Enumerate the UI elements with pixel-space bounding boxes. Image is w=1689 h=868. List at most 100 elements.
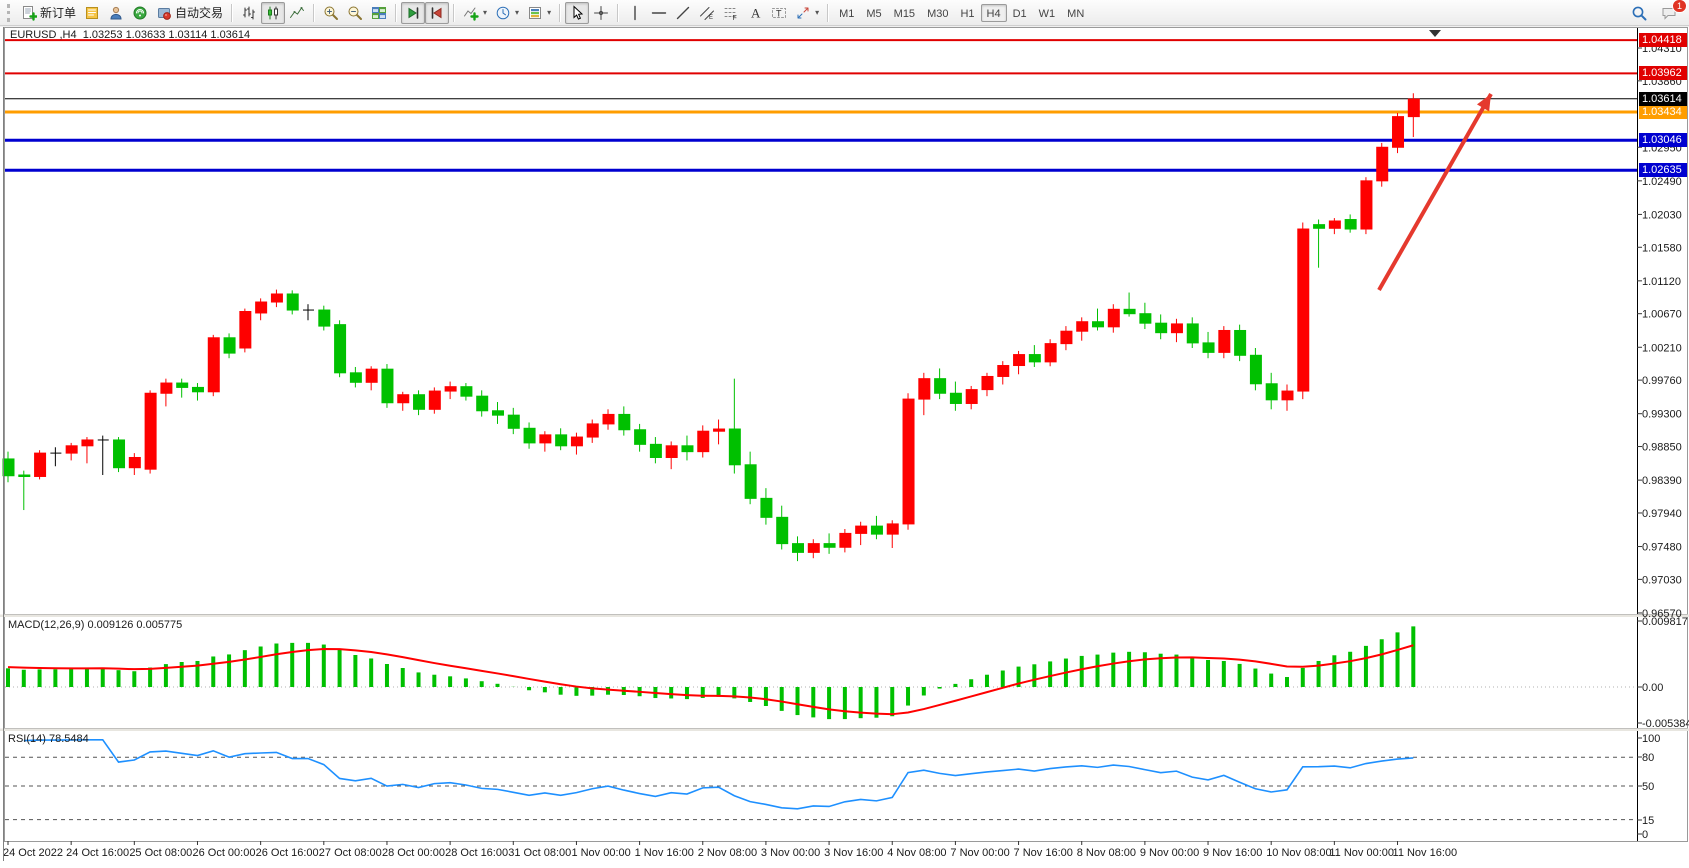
templates-button[interactable]: ▾ — [523, 2, 555, 24]
candle-body[interactable] — [240, 312, 251, 348]
candle-body[interactable] — [1329, 221, 1340, 228]
candle-body[interactable] — [114, 440, 125, 468]
text-button[interactable]: A — [743, 2, 767, 24]
candle-body[interactable] — [1219, 330, 1230, 352]
panel-splitter[interactable] — [0, 729, 1689, 732]
candle-body[interactable] — [1235, 330, 1246, 355]
candle-body[interactable] — [271, 294, 282, 302]
candle-body[interactable] — [1029, 355, 1040, 362]
candlestick-chart-button[interactable] — [261, 2, 285, 24]
arrows-button[interactable]: ▾ — [791, 2, 823, 24]
candle-body[interactable] — [587, 424, 598, 437]
timeframe-m5-button[interactable]: M5 — [860, 4, 887, 22]
candle-body[interactable] — [461, 387, 472, 396]
candle-body[interactable] — [1266, 384, 1277, 400]
candle-body[interactable] — [161, 383, 172, 393]
timeframe-m30-button[interactable]: M30 — [921, 4, 954, 22]
candle-body[interactable] — [824, 544, 835, 548]
candle-body[interactable] — [619, 414, 630, 429]
candle-body[interactable] — [1140, 314, 1151, 323]
candle-body[interactable] — [350, 373, 361, 382]
horizontal-line-button[interactable] — [647, 2, 671, 24]
candle-body[interactable] — [19, 475, 30, 477]
candle-body[interactable] — [477, 396, 488, 411]
candle-body[interactable] — [714, 429, 725, 431]
candle-body[interactable] — [445, 387, 456, 391]
charts-button[interactable] — [80, 2, 104, 24]
candle-body[interactable] — [571, 437, 582, 446]
candle-body[interactable] — [1108, 309, 1119, 327]
candle-body[interactable] — [429, 391, 440, 409]
candle-body[interactable] — [508, 415, 519, 428]
candle-body[interactable] — [129, 457, 140, 467]
zoom-out-button[interactable] — [343, 2, 367, 24]
candle-body[interactable] — [524, 428, 535, 443]
candle-body[interactable] — [682, 446, 693, 452]
candle-body[interactable] — [1124, 309, 1135, 313]
candle-body[interactable] — [919, 379, 930, 399]
candle-body[interactable] — [650, 444, 661, 457]
candle-body[interactable] — [1014, 355, 1025, 366]
candle-body[interactable] — [492, 411, 503, 415]
cursor-button[interactable] — [565, 2, 589, 24]
candle-body[interactable] — [1171, 324, 1182, 333]
candle-body[interactable] — [1045, 344, 1056, 362]
candle-body[interactable] — [856, 526, 867, 533]
candle-body[interactable] — [256, 302, 267, 313]
trendline-button[interactable] — [671, 2, 695, 24]
chart-window[interactable]: 1.043101.038601.029501.024901.020301.015… — [0, 27, 1689, 868]
timeframe-d1-button[interactable]: D1 — [1007, 4, 1033, 22]
candle-body[interactable] — [745, 465, 756, 499]
bar-chart-button[interactable] — [237, 2, 261, 24]
candle-body[interactable] — [777, 517, 788, 543]
candle-body[interactable] — [1187, 324, 1198, 343]
candle-body[interactable] — [1361, 181, 1372, 229]
candle-body[interactable] — [935, 379, 946, 394]
candle-body[interactable] — [1250, 355, 1261, 383]
zoom-in-button[interactable] — [319, 2, 343, 24]
candle-body[interactable] — [729, 429, 740, 465]
chart-canvas[interactable]: 1.043101.038601.029501.024901.020301.015… — [0, 27, 1689, 868]
crosshair-button[interactable] — [589, 2, 613, 24]
timeframe-m1-button[interactable]: M1 — [833, 4, 860, 22]
candle-body[interactable] — [808, 544, 819, 553]
autotrading-button[interactable]: 自动交易 — [152, 2, 227, 24]
fibonacci-button[interactable]: F — [719, 2, 743, 24]
candle-body[interactable] — [840, 533, 851, 547]
timeframe-w1-button[interactable]: W1 — [1033, 4, 1062, 22]
candle-body[interactable] — [903, 399, 914, 524]
candle-body[interactable] — [1377, 147, 1388, 181]
candle-body[interactable] — [1298, 229, 1309, 391]
candle-body[interactable] — [382, 369, 393, 403]
candle-body[interactable] — [287, 294, 298, 310]
indicators-button[interactable]: ▾ — [459, 2, 491, 24]
candle-body[interactable] — [414, 395, 425, 410]
candle-body[interactable] — [982, 376, 993, 389]
candle-body[interactable] — [3, 459, 14, 476]
community-button[interactable] — [104, 2, 128, 24]
candle-body[interactable] — [1061, 331, 1072, 343]
panel-splitter[interactable] — [0, 615, 1689, 618]
candle-body[interactable] — [540, 435, 551, 443]
candle-body[interactable] — [177, 383, 188, 387]
candle-body[interactable] — [871, 526, 882, 534]
candle-body[interactable] — [1393, 117, 1404, 148]
candle-body[interactable] — [319, 310, 330, 326]
candle-body[interactable] — [1077, 322, 1088, 331]
candle-body[interactable] — [966, 390, 977, 404]
candle-body[interactable] — [698, 431, 709, 451]
candle-body[interactable] — [335, 325, 346, 373]
candle-body[interactable] — [887, 524, 898, 534]
new-order-button[interactable]: 新订单 — [17, 2, 80, 24]
candle-body[interactable] — [1282, 391, 1293, 400]
candle-body[interactable] — [35, 453, 46, 476]
candle-body[interactable] — [1408, 99, 1419, 117]
channel-button[interactable]: E — [695, 2, 719, 24]
candle-body[interactable] — [66, 446, 77, 453]
candle-body[interactable] — [1314, 225, 1325, 229]
chart-shift-button[interactable] — [425, 2, 449, 24]
timeframe-h4-button[interactable]: H4 — [981, 4, 1007, 22]
candle-body[interactable] — [793, 544, 804, 553]
text-label-button[interactable]: T — [767, 2, 791, 24]
candle-body[interactable] — [366, 369, 377, 382]
